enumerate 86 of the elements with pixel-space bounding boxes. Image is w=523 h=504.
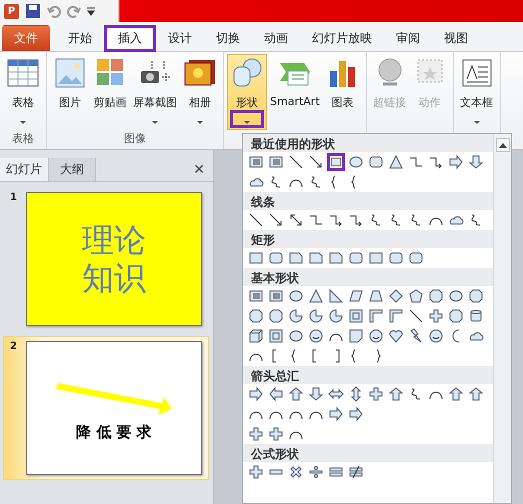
ribbon-tab[interactable]: 切换 [204, 25, 252, 51]
shape-icon[interactable] [427, 327, 445, 345]
shape-icon[interactable] [247, 307, 265, 325]
shape-icon[interactable] [327, 153, 345, 171]
ribbon-button[interactable]: 相册 [180, 54, 220, 130]
ribbon-button[interactable]: 文本框 [456, 54, 497, 130]
redo-icon[interactable] [67, 4, 81, 18]
ribbon-tab[interactable]: 动画 [252, 25, 300, 51]
ribbon-button[interactable]: 形状 [227, 54, 267, 130]
shape-icon[interactable] [327, 307, 345, 325]
section-title: 最近使用的形状 [243, 134, 493, 152]
textbox-icon [460, 57, 494, 89]
shape-icon[interactable] [287, 307, 305, 325]
shape-icon[interactable] [247, 211, 265, 229]
shape-icon[interactable] [427, 287, 445, 305]
shape-icon[interactable] [387, 307, 405, 325]
shape-icon[interactable] [467, 153, 485, 171]
caret-icon [498, 142, 506, 148]
shape-icon[interactable] [347, 327, 365, 345]
shape-icon[interactable] [367, 327, 385, 345]
slide-number: 1 [10, 192, 18, 205]
ribbon-tab[interactable]: 幻灯片放映 [300, 25, 384, 51]
save-icon[interactable] [25, 3, 41, 19]
scrollbar[interactable] [493, 134, 511, 503]
shape-icon[interactable] [307, 463, 325, 481]
table-icon [6, 57, 40, 89]
undo-icon[interactable] [47, 4, 61, 18]
ribbon-tab[interactable]: 插入 [104, 25, 156, 52]
scroll-up-button[interactable] [496, 138, 510, 152]
shape-icon[interactable] [347, 463, 365, 481]
section-title: 箭头总汇 [243, 366, 493, 384]
shape-icon[interactable] [307, 385, 325, 403]
shape-icon[interactable] [247, 463, 265, 481]
shape-icon[interactable] [267, 307, 285, 325]
app-logo[interactable]: P [4, 4, 19, 18]
close-button[interactable]: ✕ [185, 162, 213, 178]
shape-icon[interactable] [467, 287, 485, 305]
shape-icon[interactable] [247, 425, 265, 443]
shape-icon[interactable] [427, 307, 445, 325]
shape-icon[interactable] [267, 385, 285, 403]
ribbon-button[interactable]: 剪贴画 [90, 54, 130, 130]
shape-icon[interactable] [347, 307, 365, 325]
ribbon-button[interactable]: 屏幕截图 [130, 54, 180, 130]
group-label: 表格 [11, 131, 35, 147]
section-title: 公式形状 [243, 444, 493, 462]
ribbon-button[interactable]: 表格 [3, 54, 43, 130]
dropdown-icon[interactable] [87, 6, 95, 16]
shape-icon[interactable] [447, 385, 465, 403]
shape-icon[interactable] [307, 307, 325, 325]
ribbon-tab[interactable]: 视图 [432, 25, 480, 51]
shape-icon[interactable] [387, 327, 405, 345]
section-title: 线条 [243, 192, 493, 210]
ribbon-tab[interactable]: 开始 [56, 25, 104, 51]
shape-icon[interactable] [347, 405, 365, 423]
shape-icon[interactable] [287, 153, 305, 171]
slide-item[interactable]: 2 降 低 要 求 [3, 336, 209, 480]
shape-icon[interactable] [307, 327, 325, 345]
shape-icon[interactable] [447, 307, 465, 325]
slide-number: 2 [10, 341, 18, 354]
shape-icon[interactable] [287, 385, 305, 403]
shape-icon[interactable] [327, 405, 345, 423]
shape-icon[interactable] [447, 153, 465, 171]
shape-icon[interactable] [407, 307, 425, 325]
shape-icon[interactable] [367, 385, 385, 403]
ribbon-tab[interactable]: 设计 [156, 25, 204, 51]
group-label: 图像 [123, 131, 147, 147]
ribbon-button[interactable]: SmartArt [267, 54, 323, 130]
section-title: 基本形状 [243, 268, 493, 286]
pane-tab[interactable]: 幻灯片 [0, 158, 48, 181]
ribbon-button[interactable]: 图片 [50, 54, 90, 130]
shape-icon[interactable] [267, 327, 285, 345]
picture-icon [53, 57, 87, 89]
shape-icon[interactable] [247, 385, 265, 403]
shape-icon[interactable] [367, 307, 385, 325]
pane-tab[interactable]: 大纲 [48, 158, 96, 181]
ribbon-tab[interactable]: 审阅 [384, 25, 432, 51]
slide-text: 降 低 要 求 [76, 422, 152, 442]
file-tab[interactable]: 文件 [2, 25, 50, 51]
shape-icon[interactable] [267, 425, 285, 443]
shape-icon[interactable] [467, 385, 485, 403]
shape-icon[interactable] [387, 385, 405, 403]
section-title: 矩形 [243, 230, 493, 248]
slide-title: 理论知识 [80, 220, 147, 298]
ribbon-button[interactable]: 图表 [322, 54, 363, 130]
slide-item[interactable]: 1 理论知识 [3, 187, 209, 331]
shape-icon[interactable] [247, 327, 265, 345]
